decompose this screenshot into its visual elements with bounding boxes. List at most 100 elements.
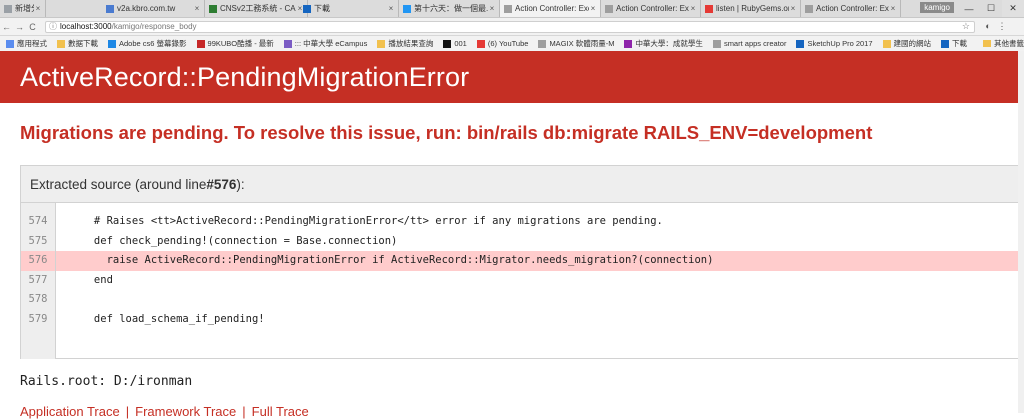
info-icon[interactable]: ⓘ (49, 21, 57, 32)
bookmark-item[interactable]: 001 (443, 39, 467, 48)
browser-tab[interactable]: CNSv2工務系統 - CA × (205, 0, 308, 17)
bookmark-label: 中華大學：成就學生 (635, 39, 703, 48)
bookmark-item[interactable]: 99KUBO酷播 - 最新 (196, 38, 274, 49)
bookmark-label: 建國的網站 (893, 39, 932, 48)
source-heading: Extracted source (around line #576): (21, 166, 1024, 203)
tab-strip: kamigo — ☐ ✕ 新增分頁×v2a.kbro.com.tw×CNSv2工… (0, 0, 1024, 18)
tab-close-icon[interactable]: × (689, 4, 697, 13)
close-window-icon[interactable]: ✕ (1002, 0, 1024, 17)
bookmark-label: (6) YouTube (487, 39, 529, 48)
tab-title: Action Controller: Exc (616, 4, 689, 13)
browser-tab[interactable]: Action Controller: Exc × (601, 0, 701, 17)
forward-icon[interactable]: → (13, 22, 26, 32)
menu-icon[interactable]: ⋮ (995, 21, 1009, 32)
bookmark-icon (196, 39, 205, 48)
bookmark-item[interactable]: SketchUp Pro 2017 (796, 39, 873, 48)
tab-title: CNSv2工務系統 - CA (220, 4, 296, 13)
tab-title: 下載 (314, 4, 330, 13)
line-number: 577 (28, 273, 48, 286)
bookmark-icon (6, 39, 14, 48)
tab-favicon-icon (605, 4, 613, 13)
bookmark-icon (377, 39, 386, 48)
line-number: 579 (28, 312, 48, 325)
url-host: localhost:3000 (60, 22, 112, 31)
tab-close-icon[interactable]: × (34, 4, 42, 13)
maximize-icon[interactable]: ☐ (980, 0, 1002, 17)
tab-close-icon[interactable]: × (387, 4, 395, 13)
browser-tab[interactable]: 新增分頁× (0, 0, 46, 17)
extension-icon[interactable]: ◐ (981, 21, 995, 32)
minimize-icon[interactable]: — (958, 0, 980, 17)
bookmark-item[interactable]: Adobe cs6 螢幕錄影 (108, 38, 187, 49)
bookmark-label: ::: 中華大學 eCampus (294, 39, 368, 48)
profile-badge[interactable]: kamigo (920, 2, 954, 13)
browser-tab[interactable]: 下載 × (299, 0, 399, 17)
other-bookmarks[interactable]: 其他書籤 (979, 36, 1024, 51)
tab-close-icon[interactable]: × (488, 4, 496, 13)
trace-links: Application Trace | Framework Trace | Full T… (20, 404, 315, 419)
trace-link[interactable]: Application Trace (20, 404, 120, 419)
line-number: 578 (28, 293, 48, 305)
bookmark-icon (108, 39, 116, 48)
tab-title: 第十六天：做一個最... (414, 4, 488, 13)
tab-title: listen | RubyGems.org (716, 4, 789, 13)
code-line: end (56, 273, 113, 286)
bookmark-icon (941, 39, 950, 48)
bookmark-icon (882, 39, 891, 48)
bookmark-label: Adobe cs6 螢幕錄影 (119, 39, 187, 48)
browser-tab[interactable]: Action Controller: Exc × (801, 0, 901, 17)
bookmark-item[interactable]: smart apps creator (712, 39, 787, 48)
tab-favicon-icon (106, 4, 114, 13)
page-title: ActiveRecord::PendingMigrationError (20, 62, 470, 92)
trace-link[interactable]: Full Trace (252, 404, 309, 419)
bookmark-item[interactable]: ::: 中華大學 eCampus (283, 38, 368, 49)
bookmark-item[interactable]: (6) YouTube (476, 39, 529, 48)
error-message: Migrations are pending. To resolve this … (20, 122, 873, 143)
page-scrollbar[interactable] (1018, 51, 1024, 413)
bookmark-item[interactable]: 中華大學：成就學生 (624, 38, 703, 49)
extracted-source: Extracted source (around line #576): 574… (20, 165, 1024, 359)
bookmark-label: SketchUp Pro 2017 (807, 39, 873, 48)
trace-link[interactable]: Framework Trace (135, 404, 236, 419)
bookmark-label: smart apps creator (723, 39, 787, 48)
bookmark-label: 下載 (952, 39, 968, 48)
browser-tab[interactable]: 第十六天：做一個最... × (399, 0, 500, 17)
back-icon[interactable]: ← (0, 22, 13, 32)
tab-close-icon[interactable]: × (193, 4, 201, 13)
bookmark-icon (57, 39, 65, 48)
tab-close-icon[interactable]: × (789, 4, 797, 13)
tab-favicon-icon (4, 4, 12, 13)
tab-title: Action Controller: Exc (515, 4, 589, 13)
bookmark-item[interactable]: 應用程式 (6, 38, 47, 49)
bookmark-label: 數据下載 (68, 39, 98, 48)
tab-close-icon[interactable]: × (889, 4, 897, 13)
tab-favicon-icon (805, 4, 813, 13)
rails-root: Rails.root: D:/ironman (20, 374, 193, 389)
code-line: def check_pending!(connection = Base.con… (56, 234, 398, 247)
bookmark-item[interactable]: MAGIX 軟體雨量-M (538, 38, 614, 49)
bookmark-icon (443, 39, 452, 48)
bookmark-item[interactable]: 下載 (941, 38, 967, 49)
address-bar[interactable]: ⓘ localhost:3000/kamigo/response_body ☆ (45, 20, 975, 33)
bookmark-label: 播放結果查詢 (388, 39, 434, 48)
browser-tab[interactable]: Action Controller: Exc × (500, 0, 601, 17)
tab-favicon-icon (403, 4, 411, 13)
bookmark-icon (283, 39, 292, 48)
code-line: # Raises <tt>ActiveRecord::PendingMigrat… (56, 215, 663, 227)
source-line-ref: #576 (206, 176, 237, 192)
tab-close-icon[interactable]: × (589, 4, 597, 13)
bookmark-item[interactable]: 播放結果查詢 (377, 38, 433, 49)
line-number: 575 (28, 234, 48, 247)
bookmark-icon (538, 39, 547, 48)
bookmark-star-icon[interactable]: ☆ (962, 21, 970, 32)
tab-favicon-icon (303, 4, 311, 13)
browser-tab[interactable]: listen | RubyGems.org × (701, 0, 801, 17)
bookmark-item[interactable]: 建國的網站 (882, 38, 932, 49)
bookmark-icon (624, 39, 633, 48)
bookmark-item[interactable]: 數据下載 (57, 38, 98, 49)
bookmark-label: 應用程式 (17, 39, 47, 48)
link-separator: | (242, 404, 246, 419)
browser-tab[interactable]: v2a.kbro.com.tw × (102, 0, 205, 17)
reload-icon[interactable]: C (26, 22, 39, 32)
highlighted-code-line: raise ActiveRecord::PendingMigrationErro… (56, 251, 1024, 271)
